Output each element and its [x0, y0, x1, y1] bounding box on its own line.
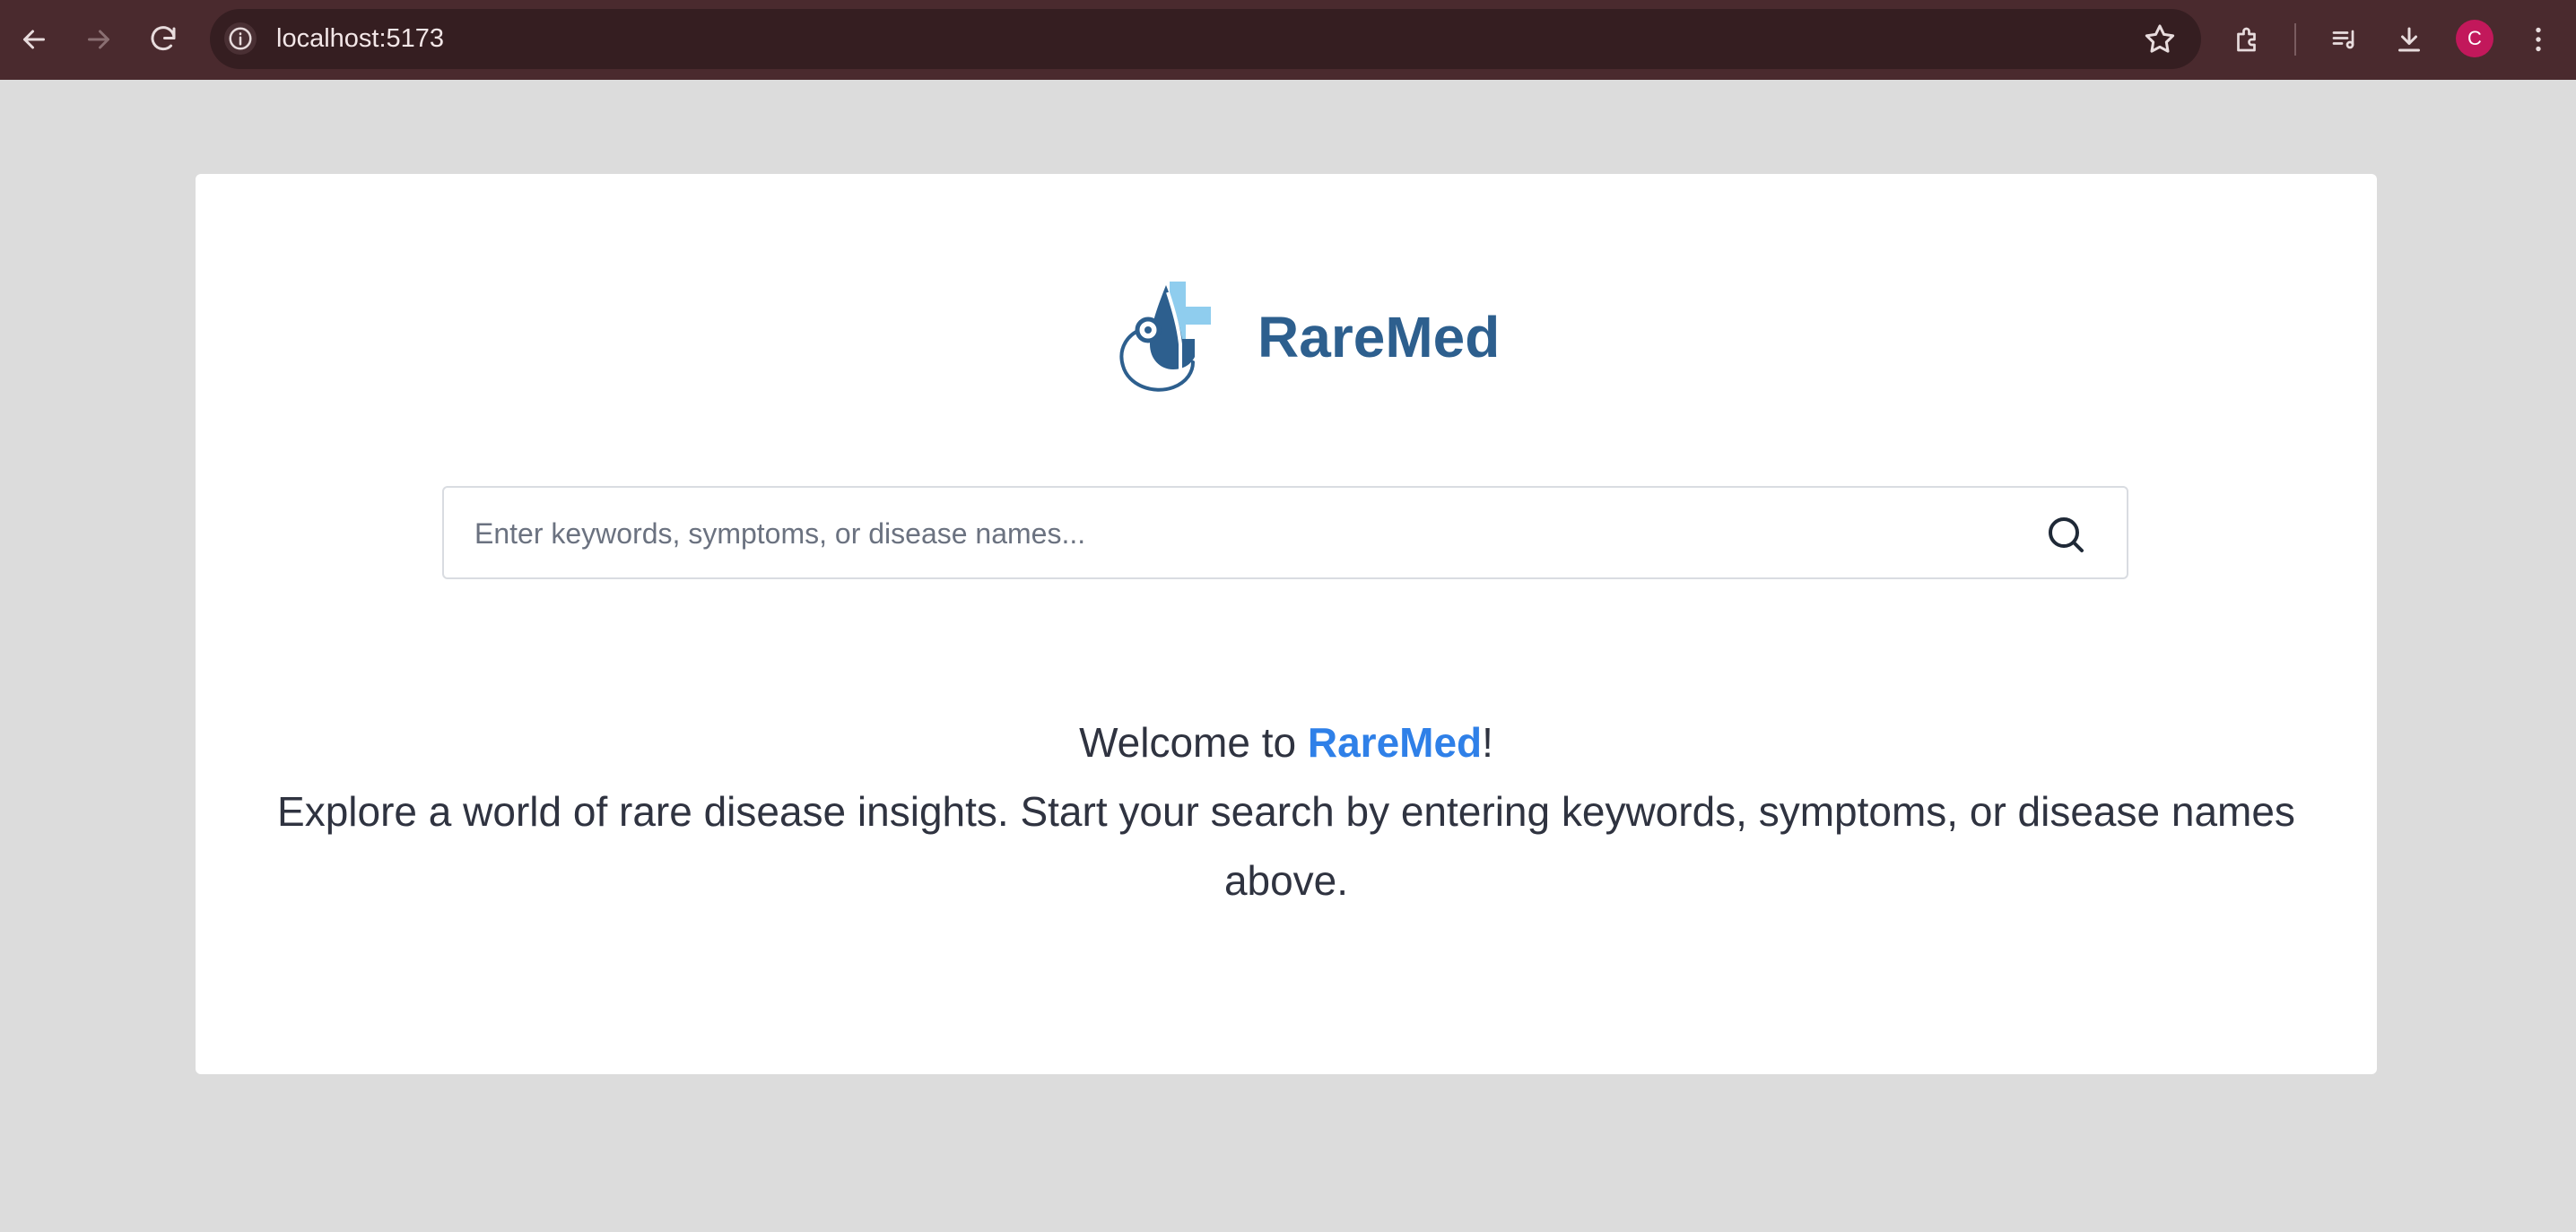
search-input[interactable]: [473, 488, 2001, 579]
back-icon: [23, 30, 45, 49]
site-info-button[interactable]: [224, 22, 257, 55]
browser-menu-button[interactable]: [2510, 11, 2567, 68]
reload-button[interactable]: [135, 11, 192, 68]
brand-name: RareMed: [1258, 305, 1501, 369]
toolbar-divider: [2294, 23, 2296, 56]
welcome-brand: RareMed: [1307, 719, 1483, 766]
media-button[interactable]: [2316, 11, 2373, 68]
forward-icon: [88, 30, 109, 49]
search-icon[interactable]: [2044, 513, 2087, 556]
welcome-title: Welcome to RareMed!: [231, 708, 2341, 777]
welcome-message: Welcome to RareMed! Explore a world of r…: [231, 708, 2341, 915]
browser-toolbar: localhost:5173 C: [0, 0, 2576, 80]
main-card: RareMed Welcome to RareMed! Explore a wo…: [196, 174, 2377, 1074]
star-icon[interactable]: [2142, 22, 2178, 57]
welcome-suffix: !: [1482, 719, 1493, 766]
extensions-button[interactable]: [2219, 11, 2276, 68]
profile-avatar[interactable]: C: [2456, 20, 2493, 57]
menu-icon: [2536, 27, 2541, 52]
medical-cross-stethoscope-icon: [1119, 282, 1211, 392]
forward-button[interactable]: [70, 11, 127, 68]
extensions-icon: [2237, 27, 2256, 52]
url-text[interactable]: localhost:5173: [276, 9, 444, 69]
welcome-prefix: Welcome to: [1079, 719, 1308, 766]
back-button[interactable]: [5, 11, 63, 68]
reload-icon: [151, 26, 176, 51]
address-bar[interactable]: localhost:5173: [210, 9, 2201, 69]
download-icon: [2398, 27, 2420, 52]
info-icon: [229, 27, 252, 50]
search-bar: [442, 486, 2128, 579]
downloads-button[interactable]: [2380, 11, 2438, 68]
logo[interactable]: RareMed: [1110, 274, 1500, 400]
media-icon: [2332, 30, 2354, 49]
welcome-description: Explore a world of rare disease insights…: [277, 788, 2295, 904]
